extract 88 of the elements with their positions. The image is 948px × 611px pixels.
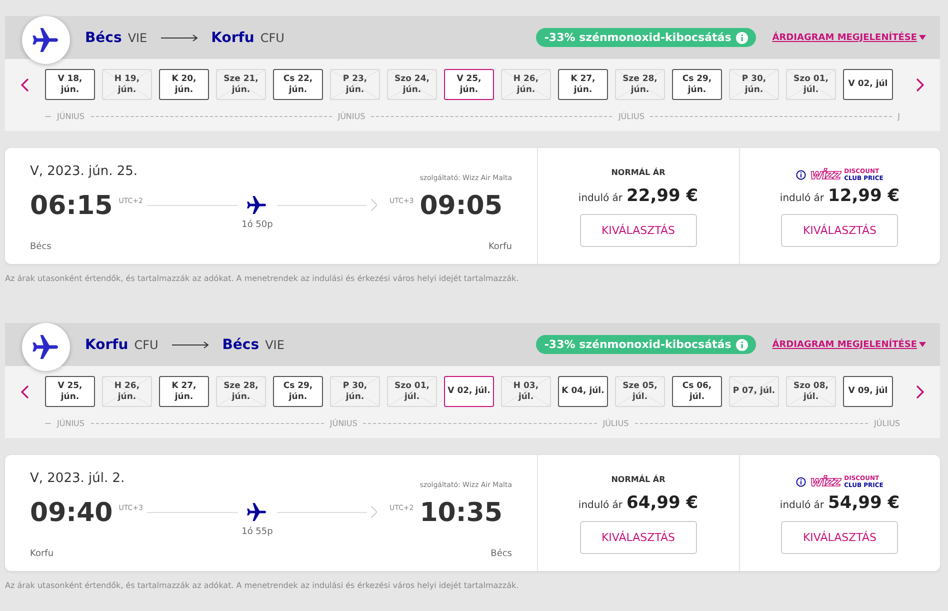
- departure-time: 09:40: [30, 498, 113, 530]
- date-chip[interactable]: V 18, jún.: [45, 69, 95, 100]
- departure-time: 06:15: [30, 191, 113, 223]
- price-label: induló ár: [780, 500, 824, 511]
- select-button[interactable]: KIVÁLASZTÁS: [580, 521, 697, 554]
- flight-duration: 1ó 55p: [242, 527, 273, 537]
- airport-code: CFU: [260, 30, 284, 44]
- price: 12,99 €: [828, 186, 900, 206]
- date-chip[interactable]: P 30, jún.: [729, 69, 779, 100]
- caret-icon: [919, 342, 926, 346]
- caret-icon: [919, 34, 926, 40]
- date-chip[interactable]: Cs 06, júl.: [672, 376, 722, 407]
- arrow-icon: [172, 340, 210, 348]
- chevron-icon: [371, 199, 378, 211]
- date-chip[interactable]: H 26, jún.: [501, 69, 551, 100]
- date-chip[interactable]: P 30, jún.: [330, 376, 380, 407]
- info-icon[interactable]: [796, 170, 806, 180]
- logo-text: wizz: [810, 167, 840, 183]
- info-icon[interactable]: [796, 477, 806, 487]
- month-label: JÚNIUS: [330, 419, 358, 428]
- arrival-time: 09:05: [420, 191, 504, 223]
- date-chip[interactable]: Sze 28, jún.: [216, 376, 266, 407]
- date-chip[interactable]: K 20, jún.: [159, 69, 209, 100]
- date-chip[interactable]: V 25, jún.: [45, 376, 95, 407]
- city-name: Korfu: [211, 30, 254, 46]
- airport-code: VIE: [128, 30, 148, 44]
- departure-city: Korfu: [30, 549, 55, 561]
- date-chip[interactable]: Cs 22, jún.: [273, 69, 323, 100]
- city-name: Korfu: [85, 336, 128, 352]
- airport-code: CFU: [134, 338, 158, 352]
- date-chip[interactable]: Szo 24, jún.: [387, 69, 437, 100]
- fare-title: NORMÁL ÁR: [611, 475, 666, 486]
- price-chart-link[interactable]: ÁRDIAGRAM MEGJELENÍTÉSE: [772, 32, 926, 42]
- date-chip[interactable]: Cs 29, jún.: [672, 69, 722, 100]
- disclaimer-text: Az árak utasonként értendők, és tartalmazzák az adókat. A menetrendek az indulási és érkezési város helyi idejét tartalmazzák.: [5, 581, 520, 590]
- flight-date: V, 2023. jún. 25.: [30, 164, 139, 181]
- month-label: JÚNIUS: [57, 419, 84, 428]
- price: 64,99 €: [626, 493, 698, 513]
- date-chip[interactable]: K 04, júl.: [558, 376, 608, 407]
- select-button[interactable]: KIVÁLASZTÁS: [580, 214, 697, 247]
- disclaimer-text: Az árak utasonként értendők, és tartalmazzák az adókat. A menetrendek az indulási és érkezési város helyi idejét tartalmazzák.: [5, 274, 520, 283]
- date-chip[interactable]: K 27, jún.: [159, 376, 209, 407]
- date-chip[interactable]: Szo 08, júl.: [786, 376, 836, 407]
- flight-date: V, 2023. júl. 2.: [30, 471, 126, 488]
- date-chip[interactable]: H 19, jún.: [102, 69, 152, 100]
- arrow-icon: [161, 34, 200, 42]
- price-label: induló ár: [780, 193, 824, 204]
- date-chip[interactable]: P 07, júl.: [729, 376, 779, 407]
- month-label: JÚLIUS: [618, 112, 644, 121]
- date-chip[interactable]: V 25, jún.: [444, 69, 494, 100]
- flight-duration: 1ó 50p: [242, 220, 273, 230]
- date-chip[interactable]: H 03, júl.: [501, 376, 551, 407]
- date-chip[interactable]: Sze 21, jún.: [216, 69, 266, 100]
- price: 54,99 €: [828, 493, 900, 513]
- month-label: JÚNIUS: [57, 112, 84, 121]
- arrival-city: Bécs: [490, 549, 512, 561]
- date-chip[interactable]: H 26, jún.: [102, 376, 152, 407]
- month-label: J: [898, 112, 900, 121]
- month-label: JÚLIUS: [874, 419, 900, 428]
- date-chip[interactable]: V 09, júl: [843, 376, 893, 407]
- date-chip[interactable]: Szo 01, júl.: [786, 69, 836, 100]
- co2-badge: -33% szénmonoxid-kibocsátás: [536, 335, 756, 354]
- fare-title: NORMÁL ÁR: [611, 168, 666, 179]
- price-label: induló ár: [578, 500, 623, 511]
- date-chip[interactable]: Szo 01, júl.: [387, 376, 437, 407]
- arrival-city: Korfu: [488, 242, 512, 254]
- chevron-icon: [371, 506, 378, 518]
- date-chip[interactable]: Sze 05, júl.: [615, 376, 665, 407]
- airport-code: VIE: [265, 338, 284, 352]
- select-button[interactable]: KIVÁLASZTÁS: [781, 521, 898, 554]
- date-chip[interactable]: V 02, júl.: [444, 376, 494, 407]
- city-name: Bécs: [222, 336, 260, 352]
- departure-city: Bécs: [30, 242, 52, 254]
- date-chip[interactable]: V 02, júl: [843, 69, 893, 100]
- city-name: Bécs: [85, 30, 122, 46]
- select-button[interactable]: KIVÁLASZTÁS: [781, 214, 898, 247]
- arrival-time: 10:35: [420, 498, 504, 530]
- date-chip[interactable]: K 27, jún.: [558, 69, 608, 100]
- date-chip[interactable]: Cs 29, jún.: [273, 376, 323, 407]
- price: 22,99 €: [626, 186, 698, 206]
- price-chart-link[interactable]: ÁRDIAGRAM MEGJELENÍTÉSE: [772, 340, 926, 350]
- month-label: JÚLIUS: [602, 419, 629, 428]
- co2-badge: -33% szénmonoxid-kibocsátás: [536, 28, 756, 47]
- date-chip[interactable]: P 23, jún.: [330, 69, 380, 100]
- date-chip[interactable]: Sze 28, jún.: [615, 69, 665, 100]
- month-label: JÚNIUS: [338, 112, 366, 121]
- logo-text: wizz: [810, 474, 840, 490]
- price-label: induló ár: [578, 193, 623, 204]
